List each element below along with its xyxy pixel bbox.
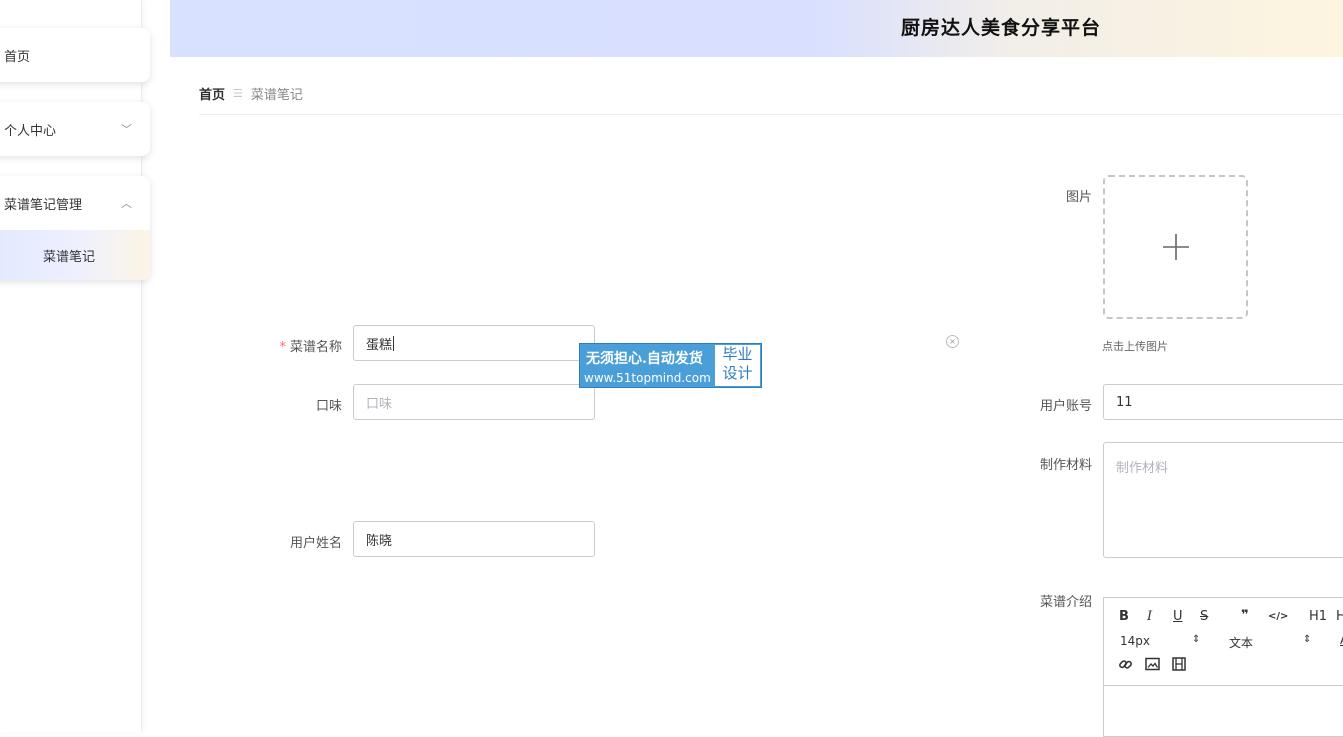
- sidebar-item-label: 个人中心: [4, 123, 57, 139]
- underline-button[interactable]: U: [1173, 609, 1183, 624]
- video-icon[interactable]: [1172, 657, 1186, 671]
- sidebar-item-recipe-notes-management[interactable]: 菜谱笔记管理 ︿: [0, 176, 150, 230]
- breadcrumb-separator-icon: ☰: [233, 87, 243, 100]
- taste-input[interactable]: 口味: [353, 384, 595, 420]
- strike-button[interactable]: S: [1200, 609, 1208, 624]
- user-name-label: 用户姓名: [289, 536, 342, 551]
- italic-button[interactable]: I: [1147, 609, 1152, 624]
- breadcrumb-home[interactable]: 首页: [199, 84, 225, 103]
- breadcrumb: 首页 ☰ 菜谱笔记: [199, 84, 303, 103]
- breadcrumb-current: 菜谱笔记: [250, 88, 303, 103]
- recipe-name-input[interactable]: 蛋糕: [353, 325, 595, 361]
- chevron-down-icon: ﹀: [121, 123, 132, 136]
- materials-textarea[interactable]: 制作材料: [1103, 442, 1343, 558]
- materials-label: 制作材料: [1039, 458, 1092, 473]
- code-button[interactable]: </>: [1268, 611, 1288, 622]
- watermark-line1: 无须担心.自动发货: [586, 351, 703, 367]
- sidebar-item-home[interactable]: 首页: [0, 28, 150, 82]
- h1-button[interactable]: H1: [1309, 609, 1327, 624]
- select-arrows-icon: ⇕: [1192, 634, 1201, 645]
- top-header: 厨房达人美食分享平台: [170, 0, 1343, 57]
- image-icon[interactable]: [1145, 657, 1160, 671]
- user-account-label: 用户账号: [1039, 399, 1092, 414]
- image-upload-button[interactable]: [1103, 175, 1248, 319]
- blockquote-button[interactable]: ❞: [1241, 608, 1249, 623]
- page-title: 厨房达人美食分享平台: [901, 17, 1102, 39]
- chevron-up-icon: ︿: [121, 197, 132, 210]
- font-size-select[interactable]: 14px: [1120, 634, 1150, 648]
- image-label: 图片: [1065, 190, 1092, 205]
- sidebar-subitem-label: 菜谱笔记: [42, 249, 95, 265]
- rich-text-editor: B I U S ❞ </> H1 H 14px ⇕ 文本 ⇕ A: [1103, 597, 1343, 737]
- intro-label: 菜谱介绍: [1039, 595, 1092, 610]
- required-marker: *: [279, 340, 286, 355]
- h2-button[interactable]: H: [1336, 609, 1343, 624]
- editor-toolbar: B I U S ❞ </> H1 H 14px ⇕ 文本 ⇕ A: [1104, 598, 1343, 686]
- watermark-url: www.51topmind.com: [584, 371, 711, 385]
- sidebar-item-label: 菜谱笔记管理: [4, 197, 83, 213]
- text-type-select[interactable]: 文本: [1229, 634, 1253, 651]
- link-icon[interactable]: [1118, 657, 1133, 672]
- text-caret: [393, 335, 395, 351]
- plus-icon: [1162, 234, 1189, 260]
- watermark-badge-line2: 设计: [722, 364, 753, 382]
- sidebar: 首页 个人中心 ﹀ 菜谱笔记管理 ︿ 菜谱笔记: [0, 0, 150, 732]
- watermark-badge-line1: 毕业: [722, 345, 753, 363]
- clear-circle-icon[interactable]: ×: [946, 335, 959, 348]
- watermark-badge: 无须担心.自动发货 www.51topmind.com 毕业 设计: [579, 343, 762, 388]
- sidebar-group-recipe-notes: 菜谱笔记管理 ︿ 菜谱笔记: [0, 176, 150, 280]
- user-name-input[interactable]: 陈晓: [353, 521, 595, 557]
- sidebar-subitem-recipe-notes[interactable]: 菜谱笔记: [0, 230, 150, 280]
- divider: [199, 114, 1343, 115]
- select-arrows-icon: ⇕: [1303, 634, 1312, 645]
- user-account-input[interactable]: 11: [1103, 384, 1343, 420]
- taste-label: 口味: [315, 399, 342, 414]
- recipe-name-label: * 菜谱名称: [279, 340, 342, 355]
- upload-hint: 点击上传图片: [1102, 340, 1168, 353]
- sidebar-item-personal-center[interactable]: 个人中心 ﹀: [0, 102, 150, 156]
- bold-button[interactable]: B: [1119, 609, 1129, 624]
- sidebar-item-label: 首页: [4, 49, 31, 65]
